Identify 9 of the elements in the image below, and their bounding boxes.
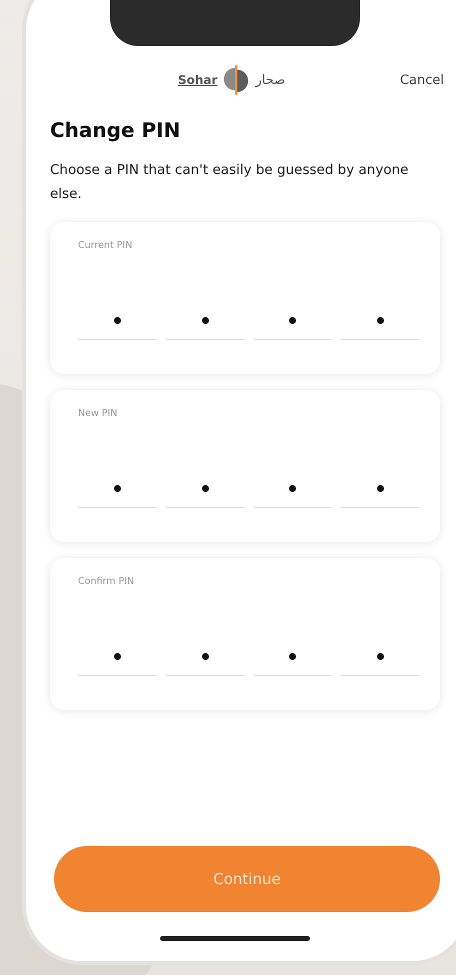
field-label: New PIN [78, 408, 118, 419]
logo-text: Sohar [178, 73, 218, 87]
cancel-button[interactable]: Cancel [400, 72, 444, 88]
field-label: Current PIN [78, 240, 134, 251]
logo-text: صحار [255, 72, 286, 88]
instruction-text: Choose a PIN that can't easily be guessed by anyone else. [50, 161, 410, 204]
field-label: Confirm PIN [78, 576, 136, 587]
logo-icon [223, 65, 250, 95]
page-title: Change PIN [50, 118, 182, 142]
